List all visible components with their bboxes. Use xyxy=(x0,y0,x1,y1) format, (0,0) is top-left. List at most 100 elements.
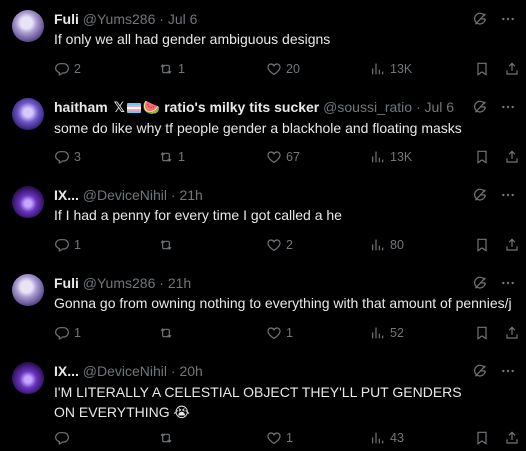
bookmark-button[interactable] xyxy=(474,429,490,447)
tweet-actions: 3 1 67 13K xyxy=(54,148,524,166)
author-name[interactable]: Fuli xyxy=(54,11,79,27)
tweet[interactable]: IX... @DeviceNihil · 21h If I had a penn… xyxy=(0,176,526,262)
like-button[interactable]: 2 xyxy=(266,236,293,254)
author-name[interactable]: Fuli xyxy=(54,275,79,291)
bookmark-button[interactable] xyxy=(474,60,490,78)
author-name[interactable]: IX... xyxy=(54,363,79,379)
timestamp[interactable]: · Jul 6 xyxy=(416,99,454,115)
retweet-button[interactable]: 1 xyxy=(158,60,185,78)
grok-icon[interactable] xyxy=(472,275,488,291)
reply-button[interactable]: 1 xyxy=(54,236,81,254)
like-button[interactable]: 1 xyxy=(266,324,293,342)
more-icon[interactable] xyxy=(500,187,516,203)
author-name-suffix[interactable]: ratio's milky tits sucker xyxy=(164,99,319,115)
tweet-header: IX... @DeviceNihil · 21h xyxy=(54,186,203,204)
retweet-button[interactable] xyxy=(158,324,178,342)
share-button[interactable] xyxy=(504,324,520,342)
views-button[interactable]: 13K xyxy=(370,60,412,78)
share-icon xyxy=(504,430,520,446)
tweet[interactable]: Fuli @Yums286 · 21h Gonna go from owning… xyxy=(0,264,526,350)
tweet[interactable]: IX... @DeviceNihil · 20h I'M LITERALLY A… xyxy=(0,352,526,451)
share-button[interactable] xyxy=(504,148,520,166)
x-badge-icon: 𝕏 xyxy=(113,99,125,115)
grok-icon[interactable] xyxy=(472,363,488,379)
timestamp[interactable]: · 21h xyxy=(171,187,203,203)
author-name[interactable]: haitham xyxy=(54,99,108,115)
author-handle[interactable]: @Yums286 xyxy=(83,275,156,291)
bookmark-button[interactable] xyxy=(474,148,490,166)
reply-button[interactable]: 1 xyxy=(54,324,81,342)
avatar[interactable] xyxy=(12,274,44,306)
retweet-count: 1 xyxy=(178,62,185,76)
like-count: 67 xyxy=(286,150,300,164)
more-icon[interactable] xyxy=(500,11,516,27)
like-button[interactable]: 67 xyxy=(266,148,300,166)
like-button[interactable]: 20 xyxy=(266,60,300,78)
share-button[interactable] xyxy=(504,60,520,78)
grok-icon[interactable] xyxy=(472,99,488,115)
heart-icon xyxy=(266,149,282,165)
tweet-header: IX... @DeviceNihil · 20h xyxy=(54,362,203,380)
retweet-button[interactable] xyxy=(158,429,178,447)
tweet-text: some do like why tf people gender a blac… xyxy=(54,120,462,136)
share-button[interactable] xyxy=(504,236,520,254)
tweet-header: haitham 𝕏 🍉 ratio's milky tits sucker @so… xyxy=(54,98,454,116)
tweet-text: If I had a penny for every time I got ca… xyxy=(54,207,342,223)
views-button[interactable]: 52 xyxy=(370,324,404,342)
like-button[interactable]: 1 xyxy=(266,429,293,447)
more-icon[interactable] xyxy=(500,99,516,115)
more-icon[interactable] xyxy=(500,363,516,379)
retweet-icon xyxy=(158,61,174,77)
reply-button[interactable]: 2 xyxy=(54,60,81,78)
tweet-text: If only we all had gender ambiguous desi… xyxy=(54,31,331,47)
retweet-button[interactable]: 1 xyxy=(158,148,185,166)
reply-icon xyxy=(54,430,70,446)
bookmark-button[interactable] xyxy=(474,324,490,342)
grok-icon[interactable] xyxy=(472,187,488,203)
reply-button[interactable] xyxy=(54,429,74,447)
tweet-actions: 2 1 20 13K xyxy=(54,60,524,78)
share-icon xyxy=(504,61,520,77)
reply-icon xyxy=(54,149,70,165)
reply-count: 3 xyxy=(74,150,81,164)
avatar[interactable] xyxy=(12,98,44,130)
author-handle[interactable]: @soussi_ratio xyxy=(323,99,412,115)
reply-count: 1 xyxy=(74,238,81,252)
views-button[interactable]: 80 xyxy=(370,236,404,254)
bookmark-icon xyxy=(474,149,490,165)
tweet[interactable]: Fuli @Yums286 · Jul 6 If only we all had… xyxy=(0,0,526,86)
share-icon xyxy=(504,325,520,341)
views-icon xyxy=(370,430,386,446)
author-handle[interactable]: @DeviceNihil xyxy=(83,187,167,203)
share-button[interactable] xyxy=(504,429,520,447)
retweet-icon xyxy=(158,430,174,446)
retweet-button[interactable] xyxy=(158,236,178,254)
reply-icon xyxy=(54,61,70,77)
more-icon[interactable] xyxy=(500,275,516,291)
bookmark-button[interactable] xyxy=(474,236,490,254)
retweet-icon xyxy=(158,237,174,253)
views-icon xyxy=(370,61,386,77)
views-button[interactable]: 13K xyxy=(370,148,412,166)
timestamp[interactable]: · 21h xyxy=(159,275,191,291)
like-count: 20 xyxy=(286,62,300,76)
tweet-actions: 1 2 80 xyxy=(54,236,524,254)
avatar[interactable] xyxy=(12,10,44,42)
reply-button[interactable]: 3 xyxy=(54,148,81,166)
views-button[interactable]: 43 xyxy=(370,429,404,447)
views-count: 13K xyxy=(390,150,413,164)
tweet-text: Gonna go from owning nothing to everythi… xyxy=(54,295,512,311)
author-handle[interactable]: @Yums286 xyxy=(83,11,156,27)
reply-icon xyxy=(54,325,70,341)
avatar[interactable] xyxy=(12,186,44,218)
author-handle[interactable]: @DeviceNihil xyxy=(83,363,167,379)
avatar[interactable] xyxy=(12,362,44,394)
views-count: 80 xyxy=(390,238,404,252)
grok-icon[interactable] xyxy=(472,11,488,27)
heart-icon xyxy=(266,61,282,77)
timestamp[interactable]: · Jul 6 xyxy=(159,11,197,27)
tweet[interactable]: haitham 𝕏 🍉 ratio's milky tits sucker @so… xyxy=(0,88,526,174)
views-count: 52 xyxy=(390,326,404,340)
timestamp[interactable]: · 20h xyxy=(171,363,203,379)
author-name[interactable]: IX... xyxy=(54,187,79,203)
